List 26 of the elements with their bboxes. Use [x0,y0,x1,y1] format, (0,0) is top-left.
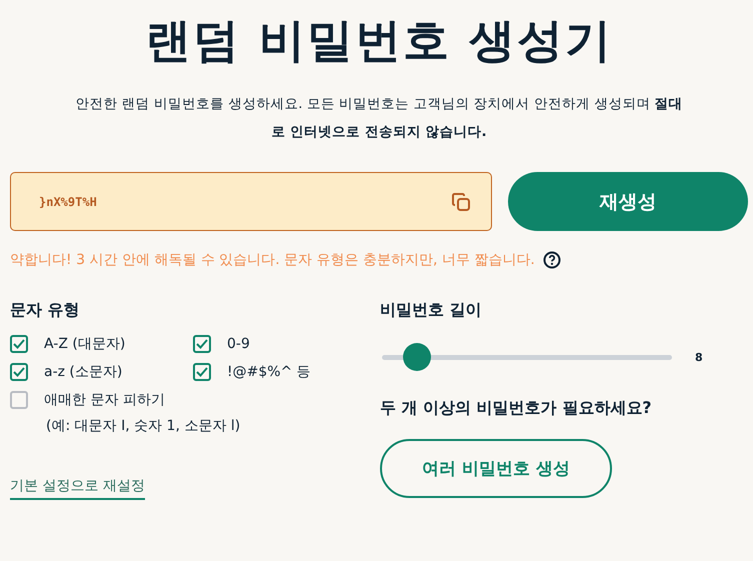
length-slider[interactable] [382,343,672,371]
description-text: 안전한 랜덤 비밀번호를 생성하세요. 모든 비밀번호는 고객님의 장치에서 안전하게 생성되며 절대로 인터넷으로 전송되지 않습니다. [74,95,684,142]
slider-thumb[interactable] [402,343,431,371]
option-label: 애매한 문자 피하기 [44,391,165,409]
option-label: A-Z (대문자) [44,335,126,353]
section-heading: 두 개 이상의 비밀번호가 필요하세요? [380,397,653,419]
checkbox[interactable] [10,391,28,409]
checkbox[interactable] [193,335,211,353]
option-note: (예: 대문자 I, 숫자 1, 소문자 l) [46,417,242,435]
option-label: !@#$%^ 등 [227,363,311,381]
section-heading: 비밀번호 길이 [380,299,483,321]
copy-icon[interactable] [451,192,471,212]
section-heading: 문자 유형 [10,299,81,321]
page-title: 랜덤 비밀번호 생성기 [144,12,614,69]
checkbox[interactable] [193,363,211,381]
option-label: 0-9 [227,336,250,352]
reset-link[interactable]: 기본 설정으로 재설정 [10,477,145,500]
checkbox[interactable] [10,363,28,381]
option-label: a-z (소문자) [44,363,122,381]
length-value: 8 [695,350,703,364]
checkbox[interactable] [10,335,28,353]
regenerate-button[interactable]: 재생성 [508,172,748,231]
help-icon[interactable] [542,251,561,269]
multiple-passwords-button[interactable]: 여러 비밀번호 생성 [380,439,612,498]
password-field[interactable]: }nX%9T%H [10,172,492,231]
strength-message: 약합니다! 3 시간 안에 해독될 수 있습니다. 문자 유형은 충분하지만, 너무 짧습니다. [10,251,535,269]
